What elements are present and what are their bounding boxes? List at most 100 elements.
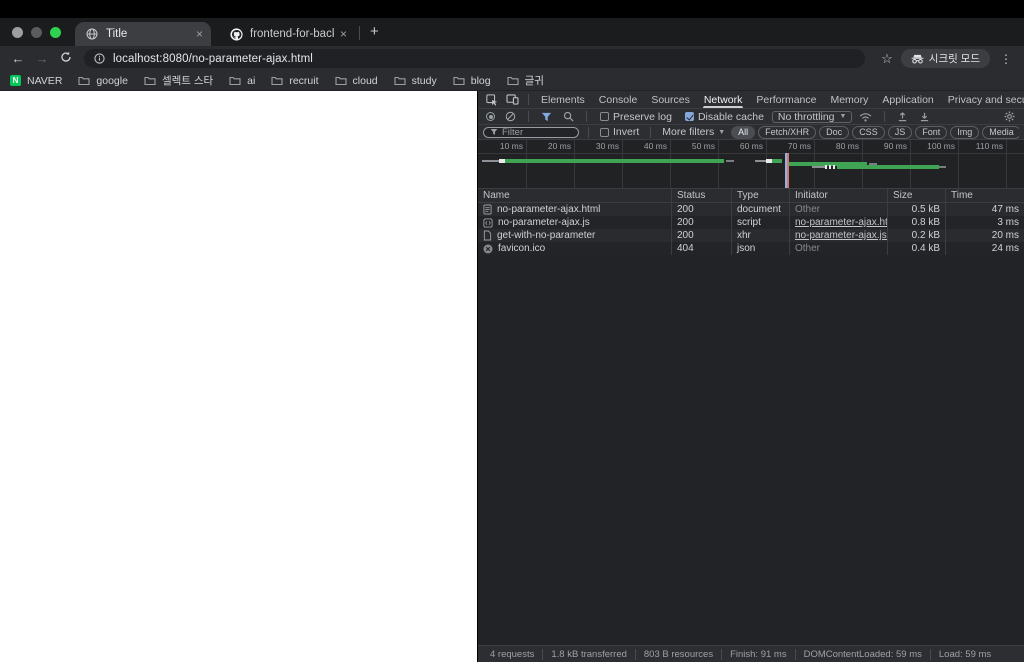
tab-close-icon[interactable]: × xyxy=(340,27,347,41)
initiator-text: Other xyxy=(795,204,821,215)
tab-github[interactable]: frontend-for-backend-basic/ × xyxy=(219,22,355,46)
column-header-status[interactable]: Status xyxy=(671,189,731,202)
bookmark-item-google[interactable]: google xyxy=(78,75,128,87)
overview-tick-label: 70 ms xyxy=(787,141,811,151)
bookmark-item-blog[interactable]: blog xyxy=(453,75,491,87)
bookmark-item-recruit[interactable]: recruit xyxy=(271,75,319,87)
network-filterbar: Invert More filters ▼ AllFetch/XHRDocCSS… xyxy=(478,125,1024,140)
browser-window: Title × frontend-for-backend-basic/ × + … xyxy=(0,0,1024,662)
column-header-name[interactable]: Name xyxy=(478,189,671,202)
divider xyxy=(650,126,652,138)
initiator-link[interactable]: no-parameter-ajax.html:8 xyxy=(795,217,887,228)
request-row[interactable]: no-parameter-ajax.html 200 document Other 0.… xyxy=(478,203,1024,216)
devtools-tab-sources[interactable]: Sources xyxy=(644,91,697,108)
request-size: 0.4 kB xyxy=(887,242,945,255)
network-overview[interactable]: 10 ms 20 ms 30 ms 40 ms 50 ms 60 ms 70 ms 80 ms… xyxy=(478,140,1024,189)
bookmark-item-naver[interactable]: N NAVER xyxy=(10,75,62,87)
initiator-link[interactable]: no-parameter-ajax.js:17 xyxy=(795,230,887,241)
window-close-button[interactable] xyxy=(12,27,23,38)
filter-funnel-icon[interactable] xyxy=(537,112,556,122)
device-toolbar-icon[interactable] xyxy=(502,94,523,105)
request-row[interactable]: get-with-no-parameter 200 xhr no-parameter-… xyxy=(478,229,1024,242)
new-tab-button[interactable]: + xyxy=(364,23,387,46)
column-header-time[interactable]: Time xyxy=(945,189,1024,202)
filter-input[interactable] xyxy=(502,126,572,138)
filter-chip-font[interactable]: Font xyxy=(915,125,948,139)
request-initiator[interactable]: no-parameter-ajax.html:8 xyxy=(789,216,887,229)
request-name-cell[interactable]: get-with-no-parameter xyxy=(478,229,671,242)
browser-menu-icon[interactable]: ⋮ xyxy=(990,52,1016,66)
preserve-log-label: Preserve log xyxy=(613,110,672,123)
window-maximize-button[interactable] xyxy=(50,27,61,38)
bookmark-item-셀렉트-스타[interactable]: 셀렉트 스타 xyxy=(144,73,213,88)
bookmark-item-study[interactable]: study xyxy=(394,75,437,87)
request-row[interactable]: favicon.ico 404 json Other 0.4 kB 24 ms xyxy=(478,242,1024,255)
filter-chip-img[interactable]: Img xyxy=(950,125,980,139)
checkbox-unchecked-icon xyxy=(600,112,609,121)
bookmark-item-글귀[interactable]: 글귀 xyxy=(507,73,544,88)
bookmark-item-ai[interactable]: ai xyxy=(229,75,255,87)
throttling-dropdown[interactable]: No throttling ▼ xyxy=(771,110,853,123)
divider xyxy=(586,111,587,122)
tab-close-icon[interactable]: × xyxy=(196,27,203,41)
import-har-icon[interactable] xyxy=(893,111,912,122)
request-name-cell[interactable]: favicon.ico xyxy=(478,242,671,255)
preserve-log-checkbox[interactable]: Preserve log xyxy=(600,111,672,123)
filter-chip-doc[interactable]: Doc xyxy=(819,125,850,139)
filter-chip-css[interactable]: CSS xyxy=(852,125,885,139)
table-header-row: Name Status Type Initiator Size Time xyxy=(478,189,1024,203)
network-request-table: Name Status Type Initiator Size Time no-param… xyxy=(478,189,1024,255)
request-type: document xyxy=(731,203,789,216)
bookmark-label: blog xyxy=(470,74,491,87)
devtools-tab-privacy-and-security[interactable]: Privacy and security xyxy=(941,91,1024,108)
forward-icon[interactable]: → xyxy=(32,51,52,66)
devtools-tab-console[interactable]: Console xyxy=(592,91,645,108)
overview-tick-label: 30 ms xyxy=(595,141,619,151)
bookmark-star-icon[interactable]: ☆ xyxy=(873,51,901,67)
inspect-element-icon[interactable] xyxy=(482,93,502,106)
request-row[interactable]: no-parameter-ajax.js 200 script no-paramete… xyxy=(478,216,1024,229)
clear-network-log-icon[interactable] xyxy=(501,111,520,122)
tab-divider xyxy=(359,26,360,40)
globe-icon xyxy=(85,27,99,41)
devtools-tab-network[interactable]: Network xyxy=(697,91,750,108)
filter-chip-fetch-xhr[interactable]: Fetch/XHR xyxy=(758,125,817,139)
devtools-tabbar: Elements Console Sources Network Performance… xyxy=(478,91,1024,109)
devtools-tab-elements[interactable]: Elements xyxy=(534,91,592,108)
network-conditions-icon[interactable] xyxy=(855,112,876,122)
filter-chip-all[interactable]: All xyxy=(731,125,756,139)
disable-cache-checkbox[interactable]: Disable cache xyxy=(684,111,764,123)
devtools-tab-application[interactable]: Application xyxy=(875,91,940,108)
column-header-type[interactable]: Type xyxy=(731,189,789,202)
request-name-cell[interactable]: no-parameter-ajax.html xyxy=(478,203,671,216)
webpage-viewport[interactable] xyxy=(0,91,477,662)
invert-checkbox[interactable]: Invert xyxy=(600,126,639,138)
devtools-tab-memory[interactable]: Memory xyxy=(823,91,875,108)
tab-title[interactable]: Title × xyxy=(75,22,211,46)
column-header-initiator[interactable]: Initiator xyxy=(789,189,887,202)
devtools-tab-performance[interactable]: Performance xyxy=(749,91,823,108)
reload-icon[interactable] xyxy=(56,51,76,66)
search-icon[interactable] xyxy=(559,111,578,122)
overview-tick-label: 20 ms xyxy=(547,141,571,151)
request-initiator[interactable]: no-parameter-ajax.js:17 xyxy=(789,229,887,242)
bookmark-label: ai xyxy=(247,74,256,87)
export-har-icon[interactable] xyxy=(915,111,934,122)
request-time: 3 ms xyxy=(945,216,1024,229)
back-icon[interactable]: ← xyxy=(8,51,28,66)
address-bar[interactable]: localhost:8080/no-parameter-ajax.html xyxy=(84,49,866,68)
column-header-size[interactable]: Size xyxy=(887,189,945,202)
folder-icon xyxy=(394,76,406,86)
site-info-icon[interactable] xyxy=(94,53,105,64)
network-settings-icon[interactable] xyxy=(1000,111,1019,122)
more-filters-dropdown[interactable]: More filters ▼ xyxy=(662,126,725,138)
window-minimize-button[interactable] xyxy=(31,27,42,38)
filter-chip-js[interactable]: JS xyxy=(887,125,913,139)
bookmark-item-cloud[interactable]: cloud xyxy=(334,75,378,87)
waterfall-bar-segment xyxy=(812,166,825,168)
request-size: 0.5 kB xyxy=(887,203,945,216)
devtools-tabs: Elements Console Sources Network Performance… xyxy=(534,91,1024,108)
filter-chip-media[interactable]: Media xyxy=(982,125,1019,139)
record-network-log-icon[interactable] xyxy=(486,112,495,121)
request-name-cell[interactable]: no-parameter-ajax.js xyxy=(478,216,671,229)
